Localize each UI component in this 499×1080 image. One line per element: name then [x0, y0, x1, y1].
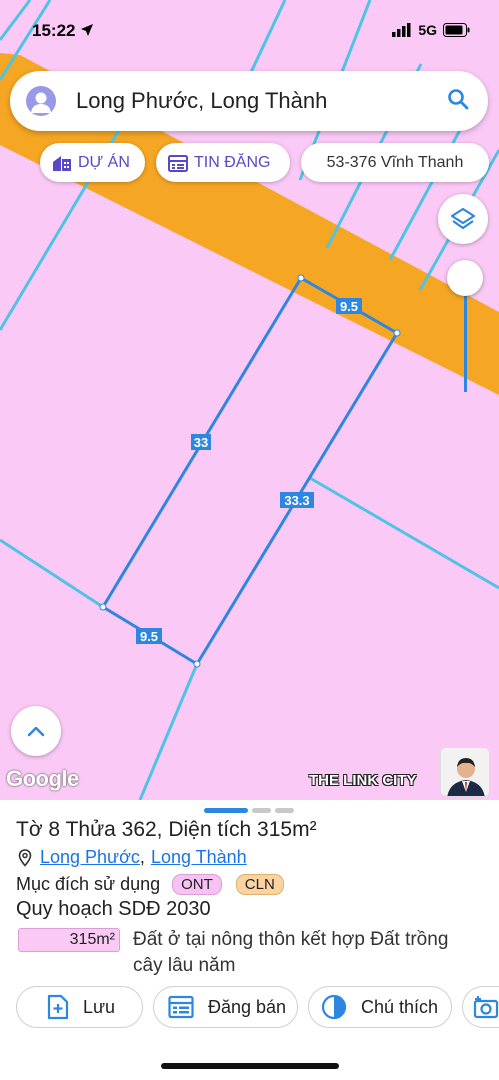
- agent-avatar[interactable]: [440, 747, 490, 797]
- legend-label: Chú thích: [361, 996, 439, 1017]
- search-icon: [448, 88, 469, 109]
- save-label: Lưu: [83, 996, 116, 1017]
- search-query[interactable]: Long Phước, Long Thành: [76, 88, 446, 114]
- sheet-pager[interactable]: [204, 808, 294, 813]
- chip-projects-label: DỰ ÁN: [78, 153, 130, 171]
- pager-dot[interactable]: [252, 808, 271, 813]
- chip-listings-label: TIN ĐĂNG: [194, 153, 271, 171]
- camera-add-icon: [473, 995, 499, 1019]
- parcel-boundary[interactable]: [100, 275, 400, 667]
- add-file-icon: [47, 994, 69, 1020]
- chip-projects[interactable]: DỰ ÁN: [40, 143, 145, 182]
- pager-dot-active[interactable]: [204, 808, 248, 813]
- parcel-location: Long Phước , Long Thành: [18, 847, 247, 868]
- watermark: THE LINK CITY: [309, 772, 417, 789]
- calendar-icon: [168, 154, 188, 172]
- status-indicators: 5G: [392, 22, 471, 38]
- tag-cln[interactable]: CLN: [235, 874, 284, 895]
- search-button[interactable]: [446, 87, 470, 116]
- tag-ont[interactable]: ONT: [172, 874, 222, 895]
- post-sale-label: Đăng bán: [208, 996, 287, 1017]
- chevron-up-icon: [27, 726, 45, 737]
- camera-button[interactable]: [462, 986, 499, 1028]
- building-icon: [52, 154, 72, 172]
- location-separator: ,: [139, 847, 145, 867]
- agent-portrait-icon: [441, 748, 489, 796]
- user-avatar[interactable]: [26, 86, 56, 116]
- calendar-icon: [168, 995, 194, 1019]
- signal-icon: [392, 23, 411, 37]
- parcel-info-sheet[interactable]: Tờ 8 Thửa 362, Diện tích 315m² Long Phướ…: [0, 800, 499, 1080]
- expand-up-button[interactable]: [11, 706, 61, 756]
- district-link[interactable]: Long Thành: [151, 847, 247, 868]
- ward-link[interactable]: Long Phước: [40, 847, 140, 868]
- status-time: 15:22: [32, 21, 94, 41]
- parcel-vertices: [99, 274, 401, 668]
- parcel-title: Tờ 8 Thửa 362, Diện tích 315m²: [16, 818, 317, 841]
- status-bar: 15:22 5G: [0, 0, 499, 62]
- edge-label-right: 33.3: [284, 493, 309, 508]
- legend-button[interactable]: Chú thích: [308, 986, 452, 1028]
- layers-button[interactable]: [438, 194, 488, 244]
- chip-address-label: 53-376 Vĩnh Thanh: [326, 153, 464, 171]
- user-icon: [31, 92, 51, 113]
- layers-icon: [450, 207, 476, 230]
- search-bar[interactable]: Long Phước, Long Thành: [10, 71, 488, 131]
- map-pin-icon: [18, 848, 32, 867]
- google-attribution: Google: [6, 766, 79, 791]
- plan-area-swatch: 315m²: [18, 928, 120, 952]
- edge-label-left: 33: [194, 435, 208, 450]
- land-use-row: Mục đích sử dụng ONT CLN: [16, 874, 284, 895]
- plan-description: Đất ở tại nông thôn kết hợp Đất trồng câ…: [133, 929, 449, 976]
- contrast-icon: [321, 994, 347, 1020]
- battery-icon: [443, 23, 470, 37]
- location-arrow-icon: [81, 24, 94, 36]
- network-type: 5G: [418, 22, 437, 38]
- home-indicator: [161, 1063, 339, 1069]
- edge-label-bottom: 9.5: [140, 629, 158, 644]
- opacity-slider-track[interactable]: [464, 280, 467, 392]
- chip-listings[interactable]: TIN ĐĂNG: [156, 143, 290, 182]
- plan-title: Quy hoạch SDĐ 2030: [16, 898, 211, 920]
- land-use-label: Mục đích sử dụng: [16, 874, 161, 894]
- edge-label-top: 9.5: [340, 299, 358, 314]
- clock-text: 15:22: [32, 21, 76, 40]
- save-button[interactable]: Lưu: [16, 986, 143, 1028]
- pager-dot[interactable]: [275, 808, 294, 813]
- chip-address[interactable]: 53-376 Vĩnh Thanh: [301, 143, 489, 182]
- opacity-slider-thumb[interactable]: [447, 260, 483, 296]
- post-sale-button[interactable]: Đăng bán: [153, 986, 298, 1028]
